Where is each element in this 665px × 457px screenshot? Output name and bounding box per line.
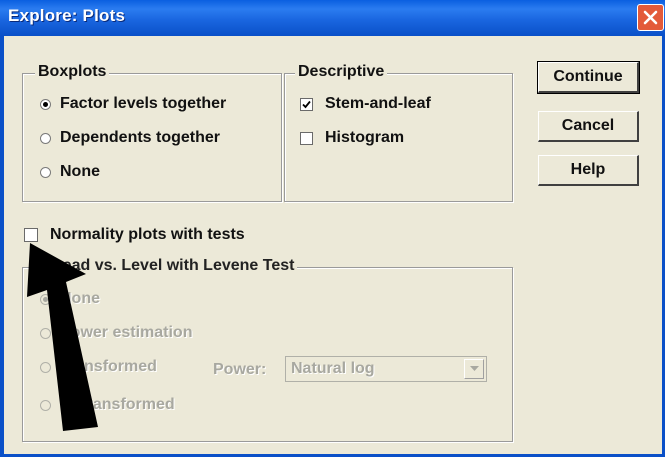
radio-spread-none[interactable]: None (40, 290, 100, 308)
radio-transformed[interactable]: Transformed (40, 358, 157, 376)
radio-dependents-together[interactable]: Dependents together (40, 129, 220, 147)
radio-label: None (60, 290, 100, 307)
power-label: Power: (213, 361, 267, 378)
radio-label: Untransformed (60, 396, 175, 413)
checkbox-histogram[interactable]: Histogram (300, 129, 404, 147)
radio-button[interactable] (40, 132, 51, 144)
close-icon (643, 10, 658, 25)
radio-button-selected[interactable] (40, 293, 51, 305)
chevron-down-icon[interactable] (464, 359, 484, 379)
window-title: Explore: Plots (8, 6, 126, 25)
checkbox-normality-plots[interactable]: Normality plots with tests (24, 226, 245, 244)
cancel-button[interactable]: Cancel (538, 111, 639, 142)
checkbox[interactable] (300, 131, 313, 145)
radio-untransformed[interactable]: Untransformed (40, 396, 175, 414)
radio-label: None (60, 163, 100, 180)
checkmark-icon (302, 100, 311, 108)
radio-factor-levels-together[interactable]: Factor levels together (40, 95, 226, 113)
radio-label: Factor levels together (60, 95, 227, 112)
power-dropdown[interactable]: Natural log (285, 356, 487, 382)
radio-button[interactable] (40, 327, 51, 339)
radio-button-selected[interactable] (40, 98, 51, 110)
checkbox-label: Normality plots with tests (50, 226, 245, 243)
radio-button[interactable] (40, 399, 51, 411)
power-dropdown-value: Natural log (291, 360, 375, 377)
explore-plots-dialog: Explore: Plots Boxplots Factor levels to… (0, 0, 665, 457)
checkbox[interactable] (24, 228, 38, 242)
checkbox-stem-and-leaf[interactable]: Stem-and-leaf (300, 95, 431, 113)
radio-button[interactable] (40, 166, 51, 178)
checkbox-label: Histogram (325, 129, 405, 146)
boxplots-group-label: Boxplots (35, 63, 110, 81)
descriptive-group-label: Descriptive (295, 63, 388, 81)
radio-boxplots-none[interactable]: None (40, 163, 100, 181)
radio-button[interactable] (40, 361, 51, 373)
title-bar: Explore: Plots (0, 0, 665, 36)
checkbox-label: Stem-and-leaf (325, 95, 431, 112)
radio-label: Transformed (60, 358, 157, 375)
continue-button[interactable]: Continue (537, 61, 640, 94)
radio-power-estimation[interactable]: Power estimation (40, 324, 192, 342)
radio-label: Dependents together (60, 129, 221, 146)
checkbox-checked[interactable] (300, 97, 313, 111)
close-button[interactable] (637, 4, 664, 31)
radio-label: Power estimation (60, 324, 193, 341)
help-button[interactable]: Help (538, 155, 639, 186)
spread-group-label: Spread vs. Level with Levene Test (33, 257, 298, 275)
